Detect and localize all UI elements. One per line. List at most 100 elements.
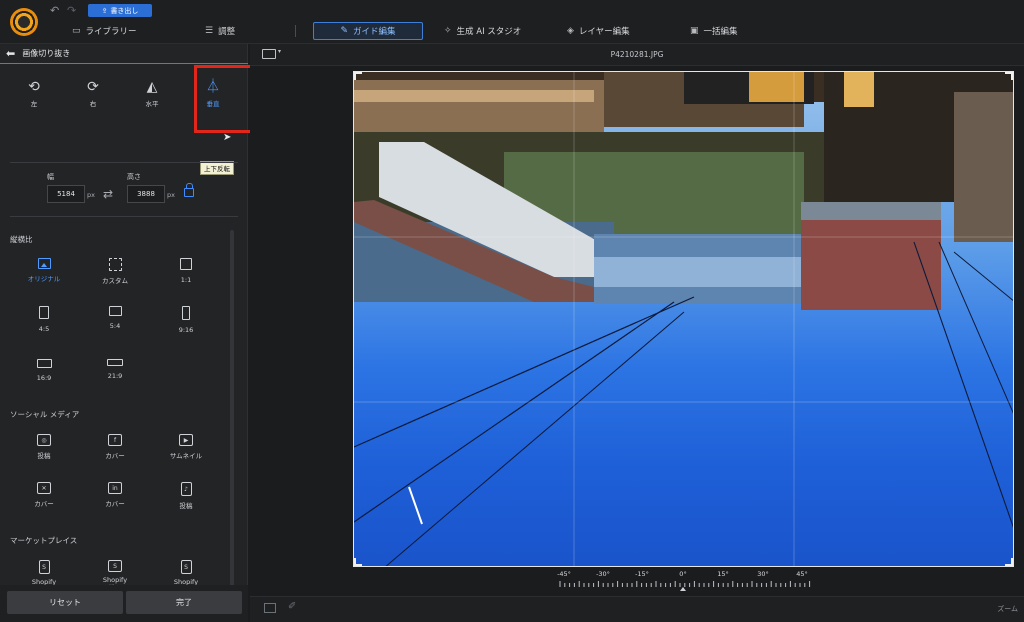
option-label: 投稿 — [37, 452, 51, 460]
crop-handle-bottom-right[interactable] — [1005, 558, 1013, 566]
rotate-right-icon: ⟳ — [87, 79, 99, 95]
image-icon — [37, 258, 51, 269]
aspect-9-16[interactable]: 9:16 — [156, 306, 216, 334]
social-cover[interactable]: f カバー — [85, 434, 145, 460]
social-media-heading: ソーシャル メディア — [10, 410, 80, 419]
angle-label: 0° — [679, 570, 687, 578]
sliders-icon: ☰ — [205, 26, 214, 36]
facebook-icon: f — [108, 434, 122, 446]
option-label: 4:5 — [38, 325, 50, 333]
photo-preview[interactable] — [353, 71, 1014, 567]
aspect-5-4[interactable]: 5:4 — [85, 306, 145, 330]
angle-label: 45° — [796, 570, 808, 578]
preset-list: 縦横比 オリジナル カスタム 1:1 4:5 5:4 9:16 16:9 21:… — [0, 224, 236, 622]
angle-label: -45° — [557, 570, 571, 578]
main-tabs: ▭ ライブラリー ☰ 調整 ✎ ガイド編集 ✧ 生成 AI スタジオ ◈ レイヤ… — [0, 22, 1024, 40]
social-post[interactable]: ◎ 投稿 — [14, 434, 74, 460]
lock-icon[interactable] — [184, 183, 194, 197]
twitter-icon: ✕ — [37, 482, 51, 494]
aspect-1-1[interactable]: 1:1 — [156, 258, 216, 284]
height-input[interactable]: 3888 — [127, 185, 165, 203]
custom-ratio-icon — [108, 258, 122, 271]
social-post-2[interactable]: ♪ 投稿 — [156, 482, 216, 510]
canvas-footer: ✐ ズーム — [250, 596, 1024, 622]
aspect-custom[interactable]: カスタム — [85, 258, 145, 285]
tool-label: 左 — [30, 100, 38, 108]
shopify-icon: S — [180, 560, 192, 574]
angle-label: -30° — [596, 570, 610, 578]
height-unit: px — [167, 191, 175, 199]
export-button[interactable]: ⇪ 書き出し — [88, 4, 152, 17]
aspect-4-5[interactable]: 4:5 — [14, 306, 74, 333]
aspect-ratio-heading: 縦横比 — [10, 235, 33, 244]
ratio-9-16-icon — [182, 306, 190, 320]
crop-handle-top-right[interactable] — [1005, 72, 1013, 80]
youtube-icon: ▶ — [179, 434, 193, 446]
rotate-right-button[interactable]: ⟳ 右 — [68, 77, 118, 108]
straighten-ruler[interactable]: -45° -30° -15° 0° 15° 30° 45° — [555, 567, 815, 595]
zoom-label: ズーム — [997, 605, 1018, 613]
tab-label: 調整 — [218, 27, 236, 37]
option-label: 21:9 — [107, 372, 123, 380]
reset-button[interactable]: リセット — [7, 591, 123, 614]
ratio-1-1-icon — [180, 258, 192, 270]
option-label: カスタム — [102, 277, 128, 285]
tab-label: 生成 AI スタジオ — [456, 27, 522, 37]
crop-handle-top-left[interactable] — [354, 72, 362, 80]
crop-handle-bottom-left[interactable] — [354, 558, 362, 566]
option-label: サムネイル — [169, 452, 203, 460]
width-unit: px — [87, 191, 95, 199]
tab-label: ガイド編集 — [353, 27, 396, 37]
social-thumbnail[interactable]: ▶ サムネイル — [156, 434, 216, 460]
angle-pointer[interactable] — [680, 587, 686, 591]
tab-label: ライブラリー — [85, 27, 137, 37]
option-label: 投稿 — [179, 502, 193, 510]
tab-adjust[interactable]: ☰ 調整 — [205, 22, 235, 40]
aspect-16-9[interactable]: 16:9 — [14, 359, 74, 382]
wand-icon: ✎ — [340, 26, 349, 36]
flip-horizontal-icon: ◭ — [146, 79, 158, 95]
swap-dimensions-icon[interactable]: ⇄ — [103, 187, 113, 201]
height-label: 高さ — [127, 173, 141, 181]
batch-icon: ▣ — [690, 26, 699, 36]
tiktok-icon: ♪ — [180, 482, 192, 496]
tab-divider — [295, 25, 296, 37]
panel-actions: リセット 完了 — [0, 585, 248, 622]
panel-header: ⬅ 画像切り抜き — [0, 44, 248, 64]
flipped-photo — [354, 72, 1013, 566]
compare-icon[interactable] — [264, 603, 276, 613]
done-button[interactable]: 完了 — [126, 591, 242, 614]
social-cover-3[interactable]: in カバー — [85, 482, 145, 508]
linkedin-icon: in — [108, 482, 122, 494]
width-input[interactable]: 5184 — [47, 185, 85, 203]
layers-icon: ◈ — [567, 26, 574, 36]
aspect-21-9[interactable]: 21:9 — [85, 359, 145, 380]
undo-icon[interactable]: ↶ — [50, 4, 59, 17]
rotate-left-button[interactable]: ⟲ 左 — [9, 77, 59, 108]
panel-scrollbar[interactable] — [230, 230, 234, 622]
tool-label: 水平 — [145, 100, 159, 108]
tab-batch-edit[interactable]: ▣ 一括編集 — [690, 22, 738, 40]
mouse-cursor-icon: ➤ — [223, 132, 232, 143]
tab-guided-edit[interactable]: ✎ ガイド編集 — [313, 22, 423, 40]
back-arrow-icon[interactable]: ⬅ — [6, 47, 15, 60]
tab-library[interactable]: ▭ ライブラリー — [72, 22, 137, 40]
angle-label: 30° — [757, 570, 769, 578]
width-label: 幅 — [47, 173, 54, 181]
tab-label: 一括編集 — [703, 27, 738, 37]
brush-icon[interactable]: ✐ — [288, 601, 296, 612]
option-label: カバー — [105, 452, 125, 460]
tab-ai-studio[interactable]: ✧ 生成 AI スタジオ — [444, 22, 521, 40]
instagram-icon: ◎ — [37, 434, 51, 446]
option-label: カバー — [105, 500, 125, 508]
flip-horizontal-button[interactable]: ◭ 水平 — [127, 77, 177, 108]
ratio-16-9-icon — [36, 359, 52, 368]
tab-layer-edit[interactable]: ◈ レイヤー編集 — [567, 22, 630, 40]
top-bar: ↶ ↷ ⇪ 書き出し ▭ ライブラリー ☰ 調整 ✎ ガイド編集 ✧ 生成 AI… — [0, 0, 1024, 44]
social-cover-2[interactable]: ✕ カバー — [14, 482, 74, 508]
option-label: 9:16 — [178, 326, 194, 334]
flip-vertical-tooltip: 上下反転 — [200, 161, 234, 175]
redo-icon[interactable]: ↷ — [67, 4, 76, 17]
aspect-original[interactable]: オリジナル — [14, 258, 74, 283]
shopify-icon: S — [38, 560, 50, 574]
